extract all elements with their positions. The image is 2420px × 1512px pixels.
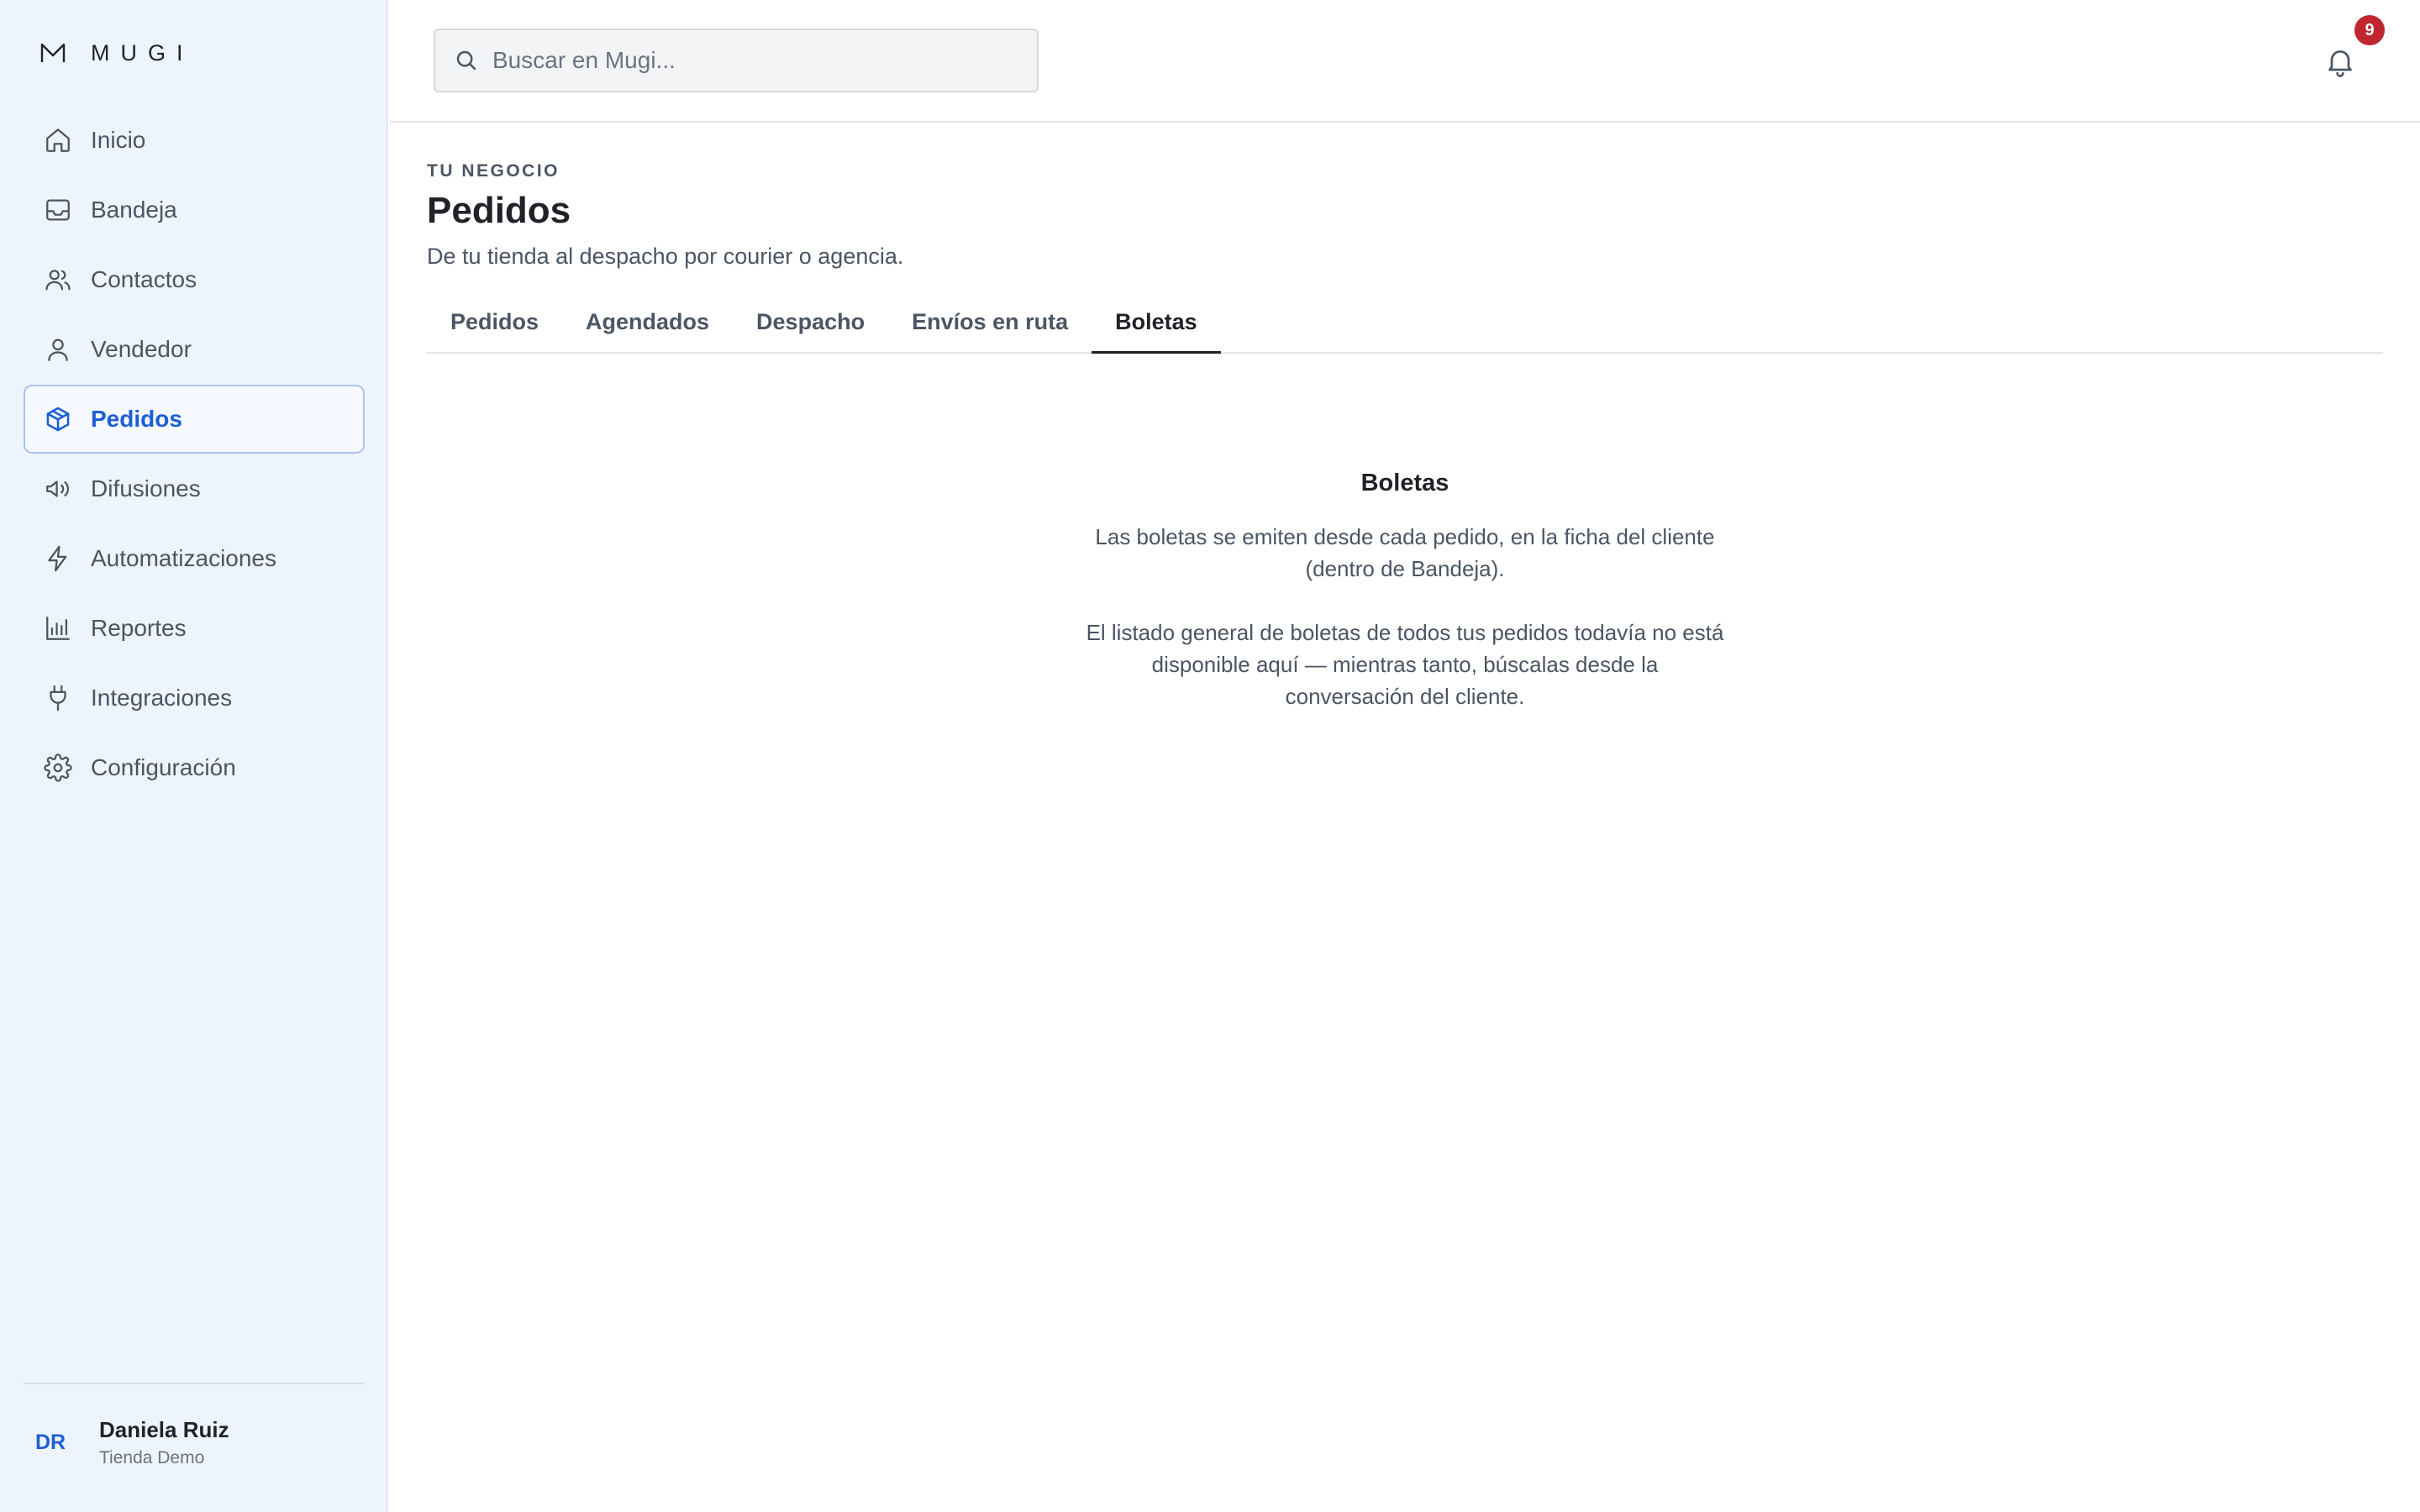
empty-state-text: El listado general de boletas de todos t… xyxy=(1086,620,1724,709)
home-icon xyxy=(46,129,70,152)
sidebar-divider xyxy=(24,1383,365,1384)
inbox-icon xyxy=(46,199,70,221)
sidebar-item-label: Configuración xyxy=(91,754,236,780)
sidebar-item-label: Automatizaciones xyxy=(91,545,277,571)
empty-state-text: Las boletas se emiten desde cada pedido,… xyxy=(1095,524,1715,581)
user-store: Tienda Demo xyxy=(99,1447,205,1467)
sidebar-item-label: Reportes xyxy=(91,615,187,641)
brand-logo[interactable]: MUGI xyxy=(40,37,194,69)
sidebar-item-label: Contactos xyxy=(91,266,197,292)
sidebar-nav: Inicio Bandeja Contactos Vendedor Pedido… xyxy=(24,106,365,803)
tab-envios-en-ruta[interactable]: Envíos en ruta xyxy=(888,293,1092,354)
gear-icon xyxy=(44,753,72,782)
tab-boletas[interactable]: Boletas xyxy=(1092,293,1221,354)
sidebar-item-label: Inicio xyxy=(91,127,146,153)
user-name: Daniela Ruiz xyxy=(99,1416,229,1442)
main-content: TU NEGOCIO Pedidos De tu tienda al despa… xyxy=(427,123,2383,712)
sidebar: MUGI Inicio Bandeja Contactos Vendedor P… xyxy=(0,0,388,1512)
topbar: 9 xyxy=(390,0,2420,123)
user-profile[interactable]: DR Daniela Ruiz Tienda Demo xyxy=(24,1404,365,1480)
page-eyebrow: TU NEGOCIO xyxy=(427,161,560,181)
tab-bar: Pedidos Agendados Despacho Envíos en rut… xyxy=(427,293,2383,354)
search-input[interactable] xyxy=(492,47,1030,74)
sidebar-item-inicio[interactable]: Inicio xyxy=(24,106,365,175)
tab-pedidos[interactable]: Pedidos xyxy=(427,293,562,354)
sidebar-item-difusiones[interactable]: Difusiones xyxy=(24,454,365,523)
search-box[interactable] xyxy=(434,29,1039,92)
bell-icon xyxy=(2328,50,2352,77)
avatar: DR xyxy=(34,1430,66,1454)
plug-icon xyxy=(50,685,66,711)
sidebar-item-label: Bandeja xyxy=(91,197,177,223)
bar-chart-icon xyxy=(46,617,70,640)
logo-mark-icon xyxy=(40,43,66,62)
empty-state-title: Boletas xyxy=(1360,470,1449,496)
sidebar-item-label: Vendedor xyxy=(91,336,192,362)
tab-despacho[interactable]: Despacho xyxy=(733,293,888,354)
user-icon xyxy=(48,339,68,361)
sidebar-item-bandeja[interactable]: Bandeja xyxy=(24,176,365,244)
sidebar-item-label: Pedidos xyxy=(91,406,182,432)
page-title: Pedidos xyxy=(427,190,571,231)
sidebar-item-reportes[interactable]: Reportes xyxy=(24,594,365,663)
box-icon xyxy=(46,407,70,432)
user-meta: Daniela Ruiz Tienda Demo xyxy=(99,1417,229,1468)
megaphone-icon xyxy=(46,480,69,497)
tab-agendados[interactable]: Agendados xyxy=(562,293,733,354)
app-root: MUGI Inicio Bandeja Contactos Vendedor P… xyxy=(0,0,2420,1512)
sidebar-item-contactos[interactable]: Contactos xyxy=(24,245,365,314)
sidebar-item-label: Integraciones xyxy=(91,685,233,711)
lightning-icon xyxy=(48,545,67,572)
search-icon xyxy=(456,50,476,71)
notification-count-badge: 9 xyxy=(2354,15,2385,45)
users-icon xyxy=(45,270,71,291)
sidebar-item-pedidos[interactable]: Pedidos xyxy=(24,385,365,454)
sidebar-item-integraciones[interactable]: Integraciones xyxy=(24,664,365,732)
page-subtitle: De tu tienda al despacho por courier o a… xyxy=(427,244,904,269)
notifications-button[interactable] xyxy=(2319,40,2361,82)
sidebar-item-vendedor[interactable]: Vendedor xyxy=(24,315,365,384)
sidebar-item-label: Difusiones xyxy=(91,475,201,501)
empty-state: Boletas Las boletas se emiten desde cada… xyxy=(427,470,2383,712)
sidebar-item-automatizaciones[interactable]: Automatizaciones xyxy=(24,524,365,593)
sidebar-item-configuracion[interactable]: Configuración xyxy=(24,733,365,802)
brand-name: MUGI xyxy=(91,39,194,66)
